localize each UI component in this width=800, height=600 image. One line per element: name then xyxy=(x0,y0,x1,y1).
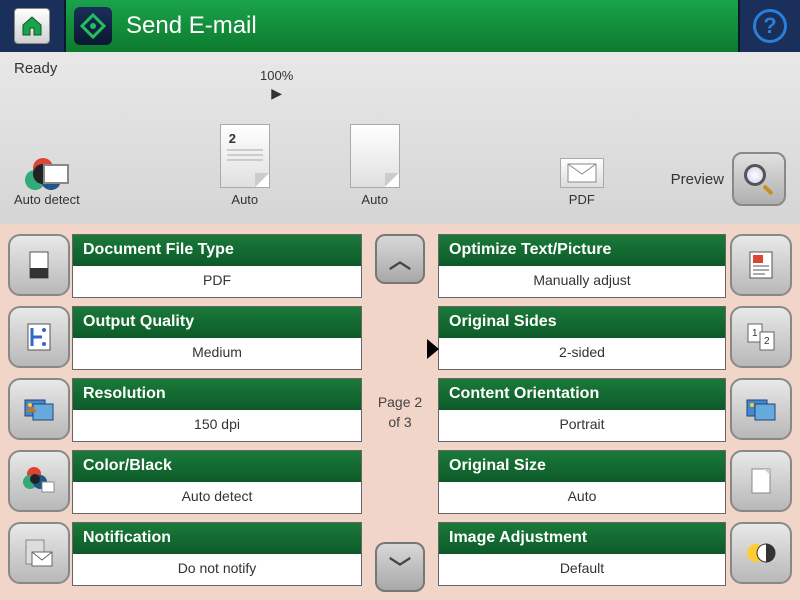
color-black-icon xyxy=(8,450,70,512)
setting-title: Optimize Text/Picture xyxy=(439,235,725,266)
setting-title: Notification xyxy=(73,523,361,554)
setting-value: Default xyxy=(439,554,725,585)
envelope-icon xyxy=(560,158,604,188)
setting-value: Auto xyxy=(439,482,725,513)
setting-content-orientation[interactable]: Content OrientationPortrait xyxy=(438,378,792,442)
chevron-down-icon: ﹀ xyxy=(389,551,411,583)
setting-title: Color/Black xyxy=(73,451,361,482)
preview-label: Preview xyxy=(671,171,724,188)
scroll-down-button[interactable]: ﹀ xyxy=(375,542,425,592)
auto-detect-indicator[interactable]: Auto detect xyxy=(14,158,80,207)
size-icon xyxy=(730,450,792,512)
help-button[interactable]: ? xyxy=(738,0,800,52)
home-button[interactable] xyxy=(0,0,66,52)
setting-optimize-text-picture[interactable]: Optimize Text/PictureManually adjust xyxy=(438,234,792,298)
help-icon: ? xyxy=(753,9,787,43)
setting-output-quality[interactable]: Output QualityMedium xyxy=(8,306,362,370)
setting-value: PDF xyxy=(73,266,361,297)
home-icon xyxy=(14,8,50,44)
scroll-up-button[interactable]: ︿ xyxy=(375,234,425,284)
pdf-indicator[interactable]: PDF xyxy=(560,158,604,207)
zoom-indicator: 100% ▶ xyxy=(260,68,293,104)
setting-value: 2-sided xyxy=(439,338,725,369)
arrow-right-icon: ▶ xyxy=(271,85,282,102)
svg-text:1: 1 xyxy=(752,328,758,339)
setting-title: Content Orientation xyxy=(439,379,725,410)
setting-title: Document File Type xyxy=(73,235,361,266)
setting-original-size[interactable]: Original SizeAuto xyxy=(438,450,792,514)
setting-document-file-type[interactable]: Document File TypePDF xyxy=(8,234,362,298)
setting-color-black[interactable]: Color/BlackAuto detect xyxy=(8,450,362,514)
image-adjust-icon xyxy=(730,522,792,584)
setting-value: Do not notify xyxy=(73,554,361,585)
setting-value: Portrait xyxy=(439,410,725,441)
setting-title: Image Adjustment xyxy=(439,523,725,554)
zoom-auto-indicator[interactable]: Auto xyxy=(350,124,400,207)
page-auto-indicator[interactable]: 2 Auto xyxy=(220,124,270,207)
page-title: Send E-mail xyxy=(126,12,257,40)
setting-image-adjustment[interactable]: Image AdjustmentDefault xyxy=(438,522,792,586)
svg-text:2: 2 xyxy=(764,336,770,347)
notification-icon xyxy=(8,522,70,584)
quality-icon xyxy=(8,306,70,368)
orientation-icon xyxy=(730,378,792,440)
sides-icon: 12 xyxy=(730,306,792,368)
setting-value: Auto detect xyxy=(73,482,361,513)
setting-notification[interactable]: NotificationDo not notify xyxy=(8,522,362,586)
optimize-icon xyxy=(730,234,792,296)
send-diamond-icon xyxy=(74,7,112,45)
status-text: Ready xyxy=(14,60,786,77)
page-thumb-icon: 2 xyxy=(220,124,270,188)
blank-page-icon xyxy=(350,124,400,188)
setting-title: Output Quality xyxy=(73,307,361,338)
setting-original-sides[interactable]: Original Sides2-sided12 xyxy=(438,306,792,370)
setting-resolution[interactable]: Resolution150 dpi xyxy=(8,378,362,442)
setting-title: Original Sides xyxy=(439,307,725,338)
chevron-up-icon: ︿ xyxy=(389,243,411,275)
setting-value: Medium xyxy=(73,338,361,369)
document-file-icon xyxy=(8,234,70,296)
preview-button[interactable] xyxy=(732,152,786,206)
setting-value: Manually adjust xyxy=(439,266,725,297)
setting-title: Resolution xyxy=(73,379,361,410)
setting-value: 150 dpi xyxy=(73,410,361,441)
setting-title: Original Size xyxy=(439,451,725,482)
page-indicator: Page 2 of 3 xyxy=(378,393,422,432)
resolution-icon xyxy=(8,378,70,440)
title-bar: Send E-mail xyxy=(66,0,738,52)
magnify-icon xyxy=(744,164,774,194)
